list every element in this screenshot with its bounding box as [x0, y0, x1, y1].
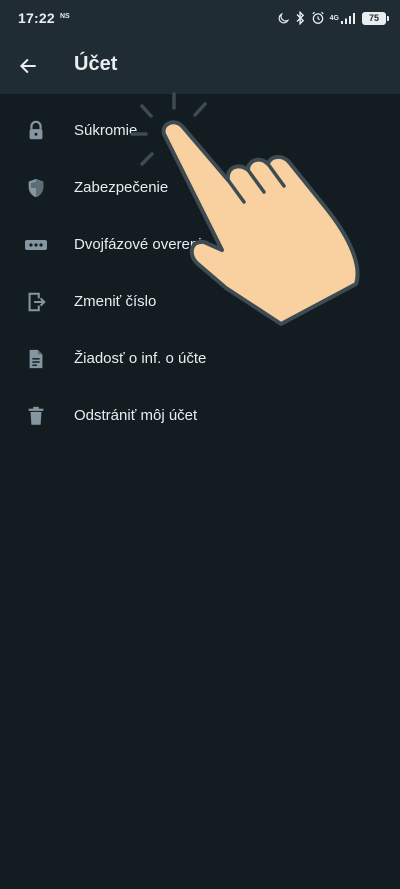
status-time: 17:22	[18, 10, 55, 26]
lock-icon	[24, 119, 48, 143]
menu-item-delete-account[interactable]: Odstrániť môj účet	[0, 387, 400, 444]
menu-item-request-account-info[interactable]: Žiadosť o inf. o účte	[0, 330, 400, 387]
alarm-icon	[311, 11, 324, 24]
status-ns-label: NS	[60, 13, 70, 20]
app-bar: Účet	[0, 36, 400, 94]
status-icons: 4G 75	[277, 9, 389, 27]
battery-icon: 75	[362, 11, 389, 25]
signal-icon	[341, 13, 355, 24]
menu-item-security[interactable]: Zabezpečenie	[0, 159, 400, 216]
menu-item-privacy[interactable]: Súkromie	[0, 102, 400, 159]
bluetooth-icon	[296, 11, 304, 25]
document-icon	[24, 347, 48, 371]
status-bar: 17:22 NS 4G 75	[0, 0, 400, 36]
trash-icon	[24, 404, 48, 428]
moon-icon	[278, 12, 289, 23]
shield-icon	[24, 176, 48, 200]
menu-item-label: Žiadosť o inf. o účte	[74, 350, 207, 367]
phone-exit-icon	[24, 290, 48, 314]
dots-icon	[24, 233, 48, 257]
account-settings-screen: 17:22 NS 4G 75 Účet Súkromie Zabezpečeni…	[0, 0, 400, 889]
menu-item-label: Zabezpečenie	[74, 179, 169, 196]
menu-item-label: Odstrániť môj účet	[74, 407, 198, 424]
menu-item-label: Dvojfázové overenie	[74, 236, 210, 253]
menu-item-change-number[interactable]: Zmeniť číslo	[0, 273, 400, 330]
menu-item-two-step-verification[interactable]: Dvojfázové overenie	[0, 216, 400, 273]
menu-item-label: Súkromie	[74, 122, 138, 139]
account-menu-list: Súkromie Zabezpečenie Dvojfázové overeni…	[0, 102, 400, 444]
network-type: 4G	[329, 14, 339, 22]
page-title: Účet	[74, 53, 118, 75]
arrow-left-icon	[19, 58, 36, 74]
menu-item-label: Zmeniť číslo	[74, 293, 157, 310]
back-button[interactable]	[14, 52, 42, 80]
